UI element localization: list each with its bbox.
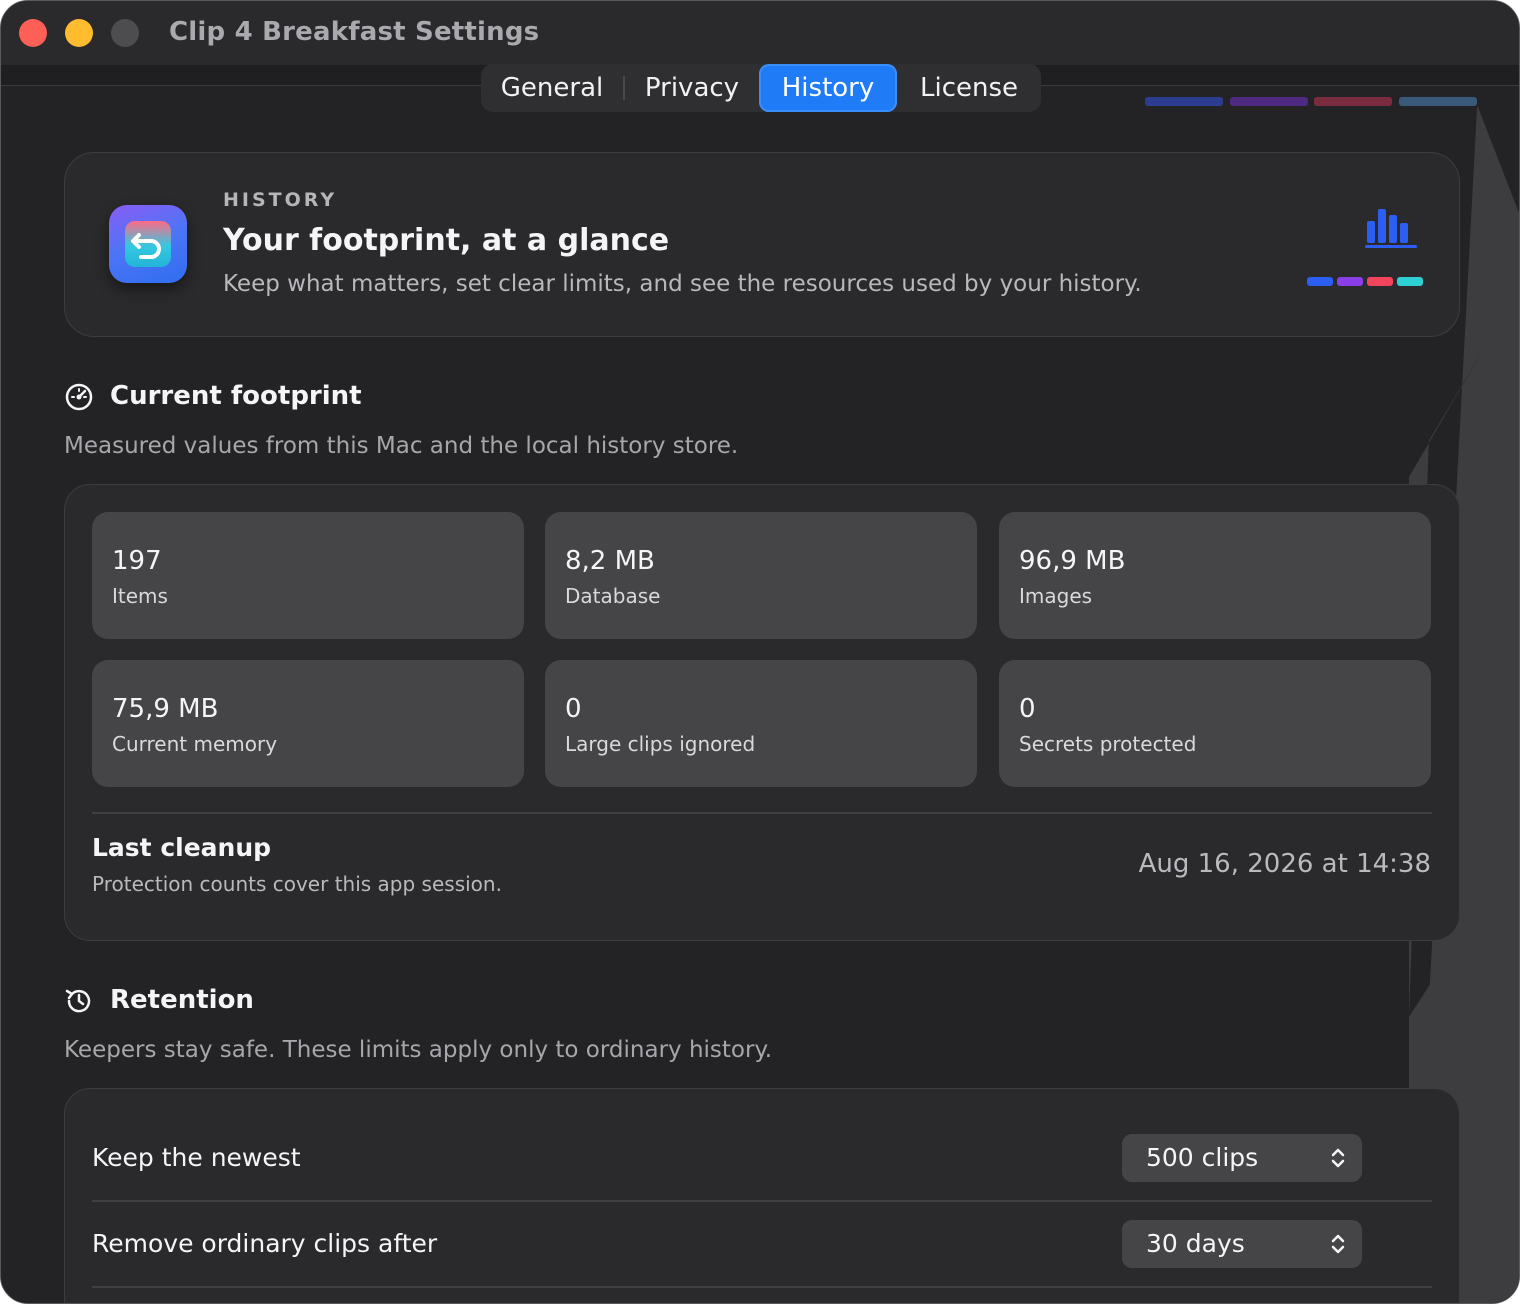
stat-label: Large clips ignored [565, 732, 756, 756]
minimize-button[interactable] [65, 19, 93, 47]
stat-value: 0 [565, 694, 582, 724]
footprint-heading: Current footprint [64, 381, 464, 415]
row-divider [92, 1200, 1432, 1202]
tab-general[interactable]: General [489, 64, 615, 112]
stat-images: 96,9 MB Images [999, 512, 1431, 639]
app-icon [109, 205, 187, 283]
gauge-icon [65, 383, 93, 411]
last-cleanup-date: Aug 16, 2026 at 14:38 [1138, 849, 1431, 879]
retention-heading: Retention [64, 985, 464, 1019]
tab-license[interactable]: License [901, 64, 1037, 112]
stat-label: Secrets protected [1019, 732, 1197, 756]
hero-kicker: HISTORY [223, 189, 338, 211]
stat-label: Current memory [112, 732, 278, 756]
zoom-button[interactable] [111, 19, 139, 47]
last-cleanup-subtitle: Protection counts cover this app session… [92, 872, 502, 896]
title-bar: Clip 4 Breakfast Settings [1, 1, 1519, 65]
hero-card: HISTORY Your footprint, at a glance Keep… [64, 152, 1460, 337]
retention-title: Retention [110, 985, 254, 1015]
stat-label: Items [112, 584, 168, 608]
tab-privacy[interactable]: Privacy [623, 64, 761, 112]
footprint-title: Current footprint [110, 381, 362, 411]
history-clock-icon [65, 989, 91, 1013]
keep-newest-select[interactable]: 500 clips [1122, 1134, 1362, 1182]
stat-database: 8,2 MB Database [545, 512, 977, 639]
close-button[interactable] [19, 19, 47, 47]
hero-subtitle: Keep what matters, set clear limits, and… [223, 271, 1142, 297]
hero-title: Your footprint, at a glance [223, 223, 670, 258]
stat-value: 96,9 MB [1019, 546, 1126, 576]
select-value: 30 days [1146, 1229, 1245, 1258]
stat-label: Images [1019, 584, 1093, 608]
row-divider [92, 1286, 1432, 1288]
panel-divider [92, 812, 1432, 814]
last-cleanup-title: Last cleanup [92, 833, 272, 862]
select-value: 500 clips [1146, 1143, 1259, 1172]
retention-subtitle: Keepers stay safe. These limits apply on… [64, 1037, 773, 1063]
stat-items: 197 Items [92, 512, 524, 639]
stat-label: Database [565, 584, 661, 608]
stat-value: 8,2 MB [565, 546, 655, 576]
window-title: Clip 4 Breakfast Settings [169, 17, 540, 47]
footprint-panel: 197 Items 8,2 MB Database 96,9 MB Images… [64, 484, 1460, 941]
stat-value: 197 [112, 546, 162, 576]
stat-large-clips-ignored: 0 Large clips ignored [545, 660, 977, 787]
tab-history[interactable]: History [759, 64, 897, 112]
color-dashes [1307, 277, 1425, 287]
stat-secrets-protected: 0 Secrets protected [999, 660, 1431, 787]
footprint-subtitle: Measured values from this Mac and the lo… [64, 433, 739, 459]
stat-value: 0 [1019, 694, 1036, 724]
accent-bars [1145, 97, 1479, 107]
remove-after-select[interactable]: 30 days [1122, 1220, 1362, 1268]
tab-bar: General Privacy History License [481, 64, 1041, 112]
keep-newest-label: Keep the newest [92, 1143, 301, 1172]
stat-current-memory: 75,9 MB Current memory [92, 660, 524, 787]
remove-after-label: Remove ordinary clips after [92, 1229, 438, 1258]
stat-value: 75,9 MB [112, 694, 219, 724]
settings-window: Clip 4 Breakfast Settings General Privac… [0, 0, 1520, 1304]
chevron-up-down-icon [1331, 1148, 1345, 1168]
chevron-up-down-icon [1331, 1234, 1345, 1254]
bar-chart-icon [1365, 209, 1417, 248]
retention-panel: Keep the newest 500 clips Remove ordinar… [64, 1088, 1460, 1303]
